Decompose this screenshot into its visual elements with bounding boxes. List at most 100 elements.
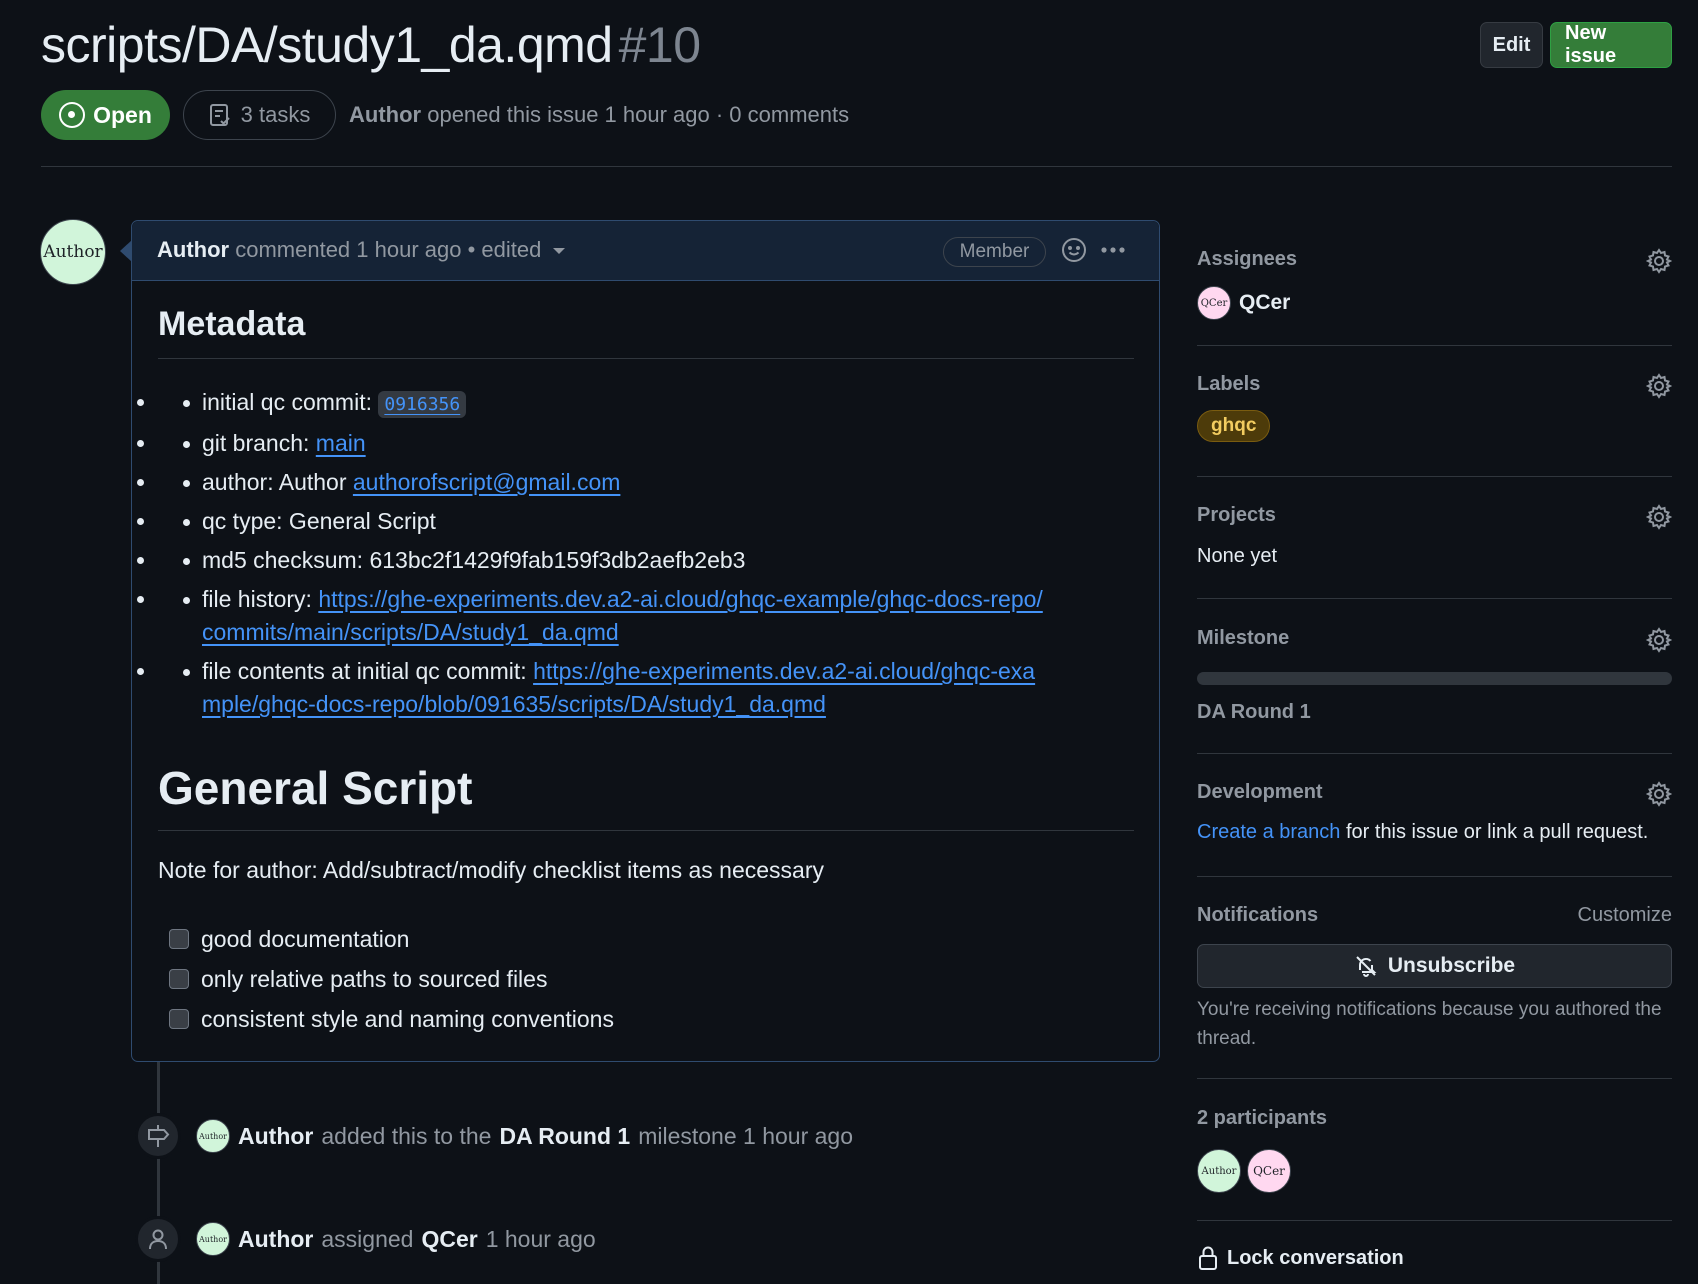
- contents-label: file contents at initial qc commit:: [202, 658, 527, 684]
- checklist-label: consistent style and naming conventions: [201, 1006, 614, 1032]
- lock-conversation-link[interactable]: Lock conversation: [1197, 1245, 1404, 1271]
- sidebar-assignees: Assignees QCer QCer: [1197, 248, 1672, 320]
- smiley-icon[interactable]: [1061, 237, 1087, 263]
- event-text: 1 hour ago: [485, 1225, 596, 1252]
- list-item: file contents at initial qc commit: http…: [158, 655, 1134, 721]
- comment-meta: Author commented 1 hour ago • edited: [157, 237, 566, 263]
- sidebar-heading[interactable]: Projects: [1197, 504, 1672, 527]
- gear-icon[interactable]: [1646, 504, 1672, 530]
- md5-checksum: md5 checksum: 613bc2f1429f9fab159f3db2ae…: [202, 547, 746, 573]
- file-history-link[interactable]: https://ghe-experiments.dev.a2-ai.cloud/…: [202, 586, 1043, 645]
- member-badge: Member: [943, 237, 1046, 267]
- sidebar-divider: [1197, 345, 1672, 346]
- list-item: md5 checksum: 613bc2f1429f9fab159f3db2ae…: [158, 544, 1134, 577]
- event-actor[interactable]: Author: [238, 1226, 313, 1253]
- issue-title: scripts/DA/study1_da.qmd #10: [41, 16, 701, 74]
- customize-link[interactable]: Customize: [1578, 904, 1672, 927]
- projects-value: None yet: [1197, 545, 1278, 567]
- milestone-progress-bar: [1197, 672, 1672, 685]
- sidebar-divider: [1197, 1078, 1672, 1079]
- edit-button[interactable]: Edit: [1480, 22, 1543, 68]
- gear-icon[interactable]: [1646, 781, 1672, 807]
- checklist-item: good documentation: [158, 919, 1134, 959]
- sidebar-divider: [1197, 1220, 1672, 1221]
- checklist-item: only relative paths to sourced files: [158, 959, 1134, 999]
- unsubscribe-button[interactable]: Unsubscribe: [1197, 944, 1672, 988]
- commit-link[interactable]: 0916356: [378, 391, 467, 418]
- event-text: added this to the: [321, 1122, 492, 1149]
- tasklist-icon: [209, 104, 230, 126]
- commit-label: initial qc commit:: [202, 389, 372, 415]
- sidebar-development: Development Create a branch for this iss…: [1197, 781, 1672, 844]
- event-target[interactable]: QCer: [421, 1226, 477, 1253]
- timeline-event-assigned: Author Author assigned QCer 1 hour ago: [196, 1222, 596, 1256]
- issue-meta: Author opened this issue 1 hour ago · 0 …: [349, 102, 849, 128]
- branch-label: git branch:: [202, 430, 310, 456]
- event-text: milestone 1 hour ago: [638, 1122, 854, 1149]
- metadata-section: Metadata: [158, 305, 1134, 344]
- checklist: good documentation only relative paths t…: [158, 919, 1134, 1039]
- sidebar-heading[interactable]: Development: [1197, 781, 1672, 804]
- branch-link[interactable]: main: [316, 430, 366, 456]
- gear-icon[interactable]: [1646, 627, 1672, 653]
- sidebar-heading[interactable]: Labels: [1197, 373, 1672, 396]
- sidebar-divider: [1197, 753, 1672, 754]
- sidebar-labels: Labels ghqc: [1197, 373, 1672, 442]
- issue-open-icon: [59, 102, 86, 128]
- sidebar-projects: Projects None yet: [1197, 504, 1672, 568]
- avatar[interactable]: Author: [1197, 1149, 1241, 1193]
- sidebar-heading: 2 participants: [1197, 1107, 1328, 1129]
- event-target[interactable]: DA Round 1: [499, 1123, 630, 1150]
- label-chip[interactable]: ghqc: [1197, 410, 1271, 442]
- assignee-item[interactable]: QCer QCer: [1197, 286, 1672, 320]
- event-actor[interactable]: Author: [238, 1123, 313, 1150]
- kebab-horizontal-icon[interactable]: [1098, 237, 1128, 263]
- task-checkbox[interactable]: [169, 1009, 189, 1029]
- sidebar-heading[interactable]: Milestone: [1197, 627, 1672, 650]
- sidebar-milestone: Milestone: [1197, 627, 1672, 653]
- gear-icon[interactable]: [1646, 248, 1672, 274]
- task-checkbox[interactable]: [169, 969, 189, 989]
- chevron-down-icon[interactable]: [553, 248, 566, 255]
- lock-label: Lock conversation: [1227, 1246, 1404, 1269]
- development-description: for this issue or link a pull request.: [1345, 821, 1649, 843]
- heading-rule: [158, 830, 1134, 831]
- timeline-event-icon: [135, 1216, 181, 1262]
- qc-type: qc type: General Script: [202, 508, 436, 534]
- create-branch-link[interactable]: Create a branch: [1197, 821, 1340, 843]
- checklist-item: consistent style and naming conventions: [158, 999, 1134, 1039]
- event-text: assigned: [321, 1225, 414, 1252]
- list-item: qc type: General Script: [158, 505, 1134, 538]
- milestone-name-link[interactable]: DA Round 1: [1197, 701, 1311, 724]
- milestone-icon: [148, 1125, 170, 1147]
- issue-body-comment: Author commented 1 hour ago • edited Mem…: [131, 220, 1160, 1062]
- sidebar-heading[interactable]: Assignees: [1197, 248, 1672, 271]
- issue-state-label: Open: [93, 101, 152, 128]
- issue-state-badge: Open: [41, 90, 170, 140]
- avatar[interactable]: QCer: [1247, 1149, 1291, 1193]
- issue-author-link[interactable]: Author: [349, 102, 421, 127]
- sidebar-notifications: Notifications Customize: [1197, 904, 1672, 927]
- comment-author-link[interactable]: Author: [157, 237, 229, 262]
- avatar[interactable]: Author: [40, 219, 106, 285]
- avatar[interactable]: Author: [196, 1119, 230, 1153]
- avatar[interactable]: Author: [196, 1222, 230, 1256]
- list-item: author: Author authorofscript@gmail.com: [158, 466, 1134, 499]
- sidebar-divider: [1197, 876, 1672, 877]
- history-label: file history:: [202, 586, 312, 612]
- new-issue-button[interactable]: New issue: [1550, 22, 1672, 68]
- tasks-count: 3 tasks: [240, 102, 311, 127]
- timeline-event-icon: [135, 1113, 181, 1159]
- development-text: Create a branch for this issue or link a…: [1197, 821, 1672, 844]
- issue-number: #10: [618, 17, 701, 73]
- tasks-badge[interactable]: 3 tasks: [183, 90, 336, 140]
- gear-icon[interactable]: [1646, 373, 1672, 399]
- author-note: Note for author: Add/subtract/modify che…: [158, 857, 825, 883]
- comment-meta-text[interactable]: commented 1 hour ago • edited: [235, 237, 541, 262]
- general-script-section: General Script: [158, 761, 1134, 815]
- author-email-link[interactable]: authorofscript@gmail.com: [353, 469, 621, 495]
- person-icon: [149, 1229, 167, 1250]
- task-checkbox[interactable]: [169, 929, 189, 949]
- sidebar-divider: [1197, 598, 1672, 599]
- metadata-list: initial qc commit: 0916356 git branch: m…: [158, 386, 1134, 727]
